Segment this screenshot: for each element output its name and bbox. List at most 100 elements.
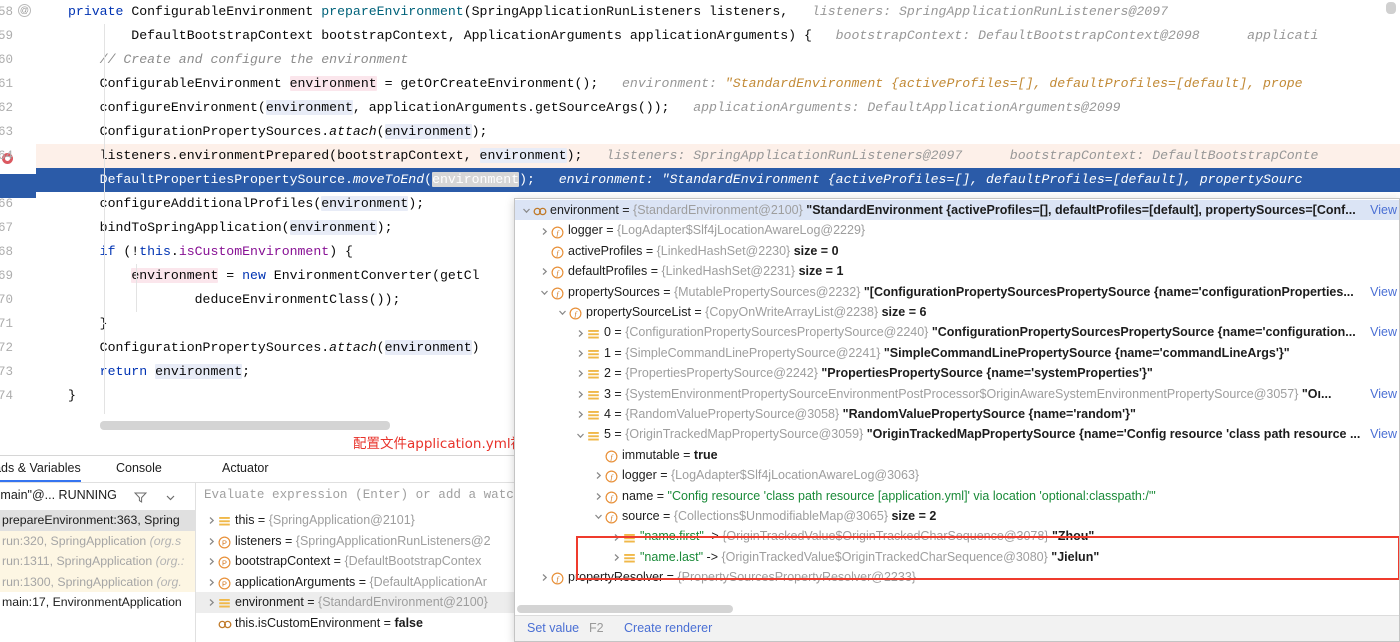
inspector-row[interactable]: 0 = {ConfigurationPropertySourcesPropert… [515,322,1399,342]
view-link[interactable]: View [1370,384,1397,404]
list-icon [218,596,231,609]
inspector-row[interactable]: f defaultProfiles = {LinkedHashSet@2231} … [515,261,1399,281]
inspector-row[interactable]: f logger = {LogAdapter$Slf4jLocationAware… [515,465,1399,485]
chevron-right-icon[interactable] [206,577,217,588]
chevron-right-icon[interactable] [593,491,604,502]
inspector-row[interactable]: 1 = {SimpleCommandLinePropertySource@224… [515,343,1399,363]
inspector-row[interactable]: "name.last" -> {OriginTrackedValue$Origi… [515,547,1399,567]
scrollbar-thumb[interactable] [517,605,733,613]
chevron-down-icon[interactable] [165,492,176,503]
field-icon: f [605,490,618,504]
inspector-row[interactable]: 2 = {PropertiesPropertySource@2242} "Pro… [515,363,1399,383]
stack-frame-row[interactable]: run:1311, SpringApplication (org.: [0,551,195,572]
code-line[interactable]: private ConfigurableEnvironment prepareE… [36,0,1400,24]
code-line[interactable]: DefaultPropertiesPropertySource.moveToEn… [36,168,1400,192]
chevron-right-icon[interactable] [575,348,586,359]
node-to-string: "SimpleCommandLinePropertySource {name='… [883,345,1290,360]
chevron-right-icon[interactable] [593,470,604,481]
chevron-right-icon[interactable] [611,552,622,563]
inspector-row[interactable]: f propertySourceList = {CopyOnWriteArrayL… [515,302,1399,322]
tab-hreads-variables[interactable]: hreads & Variables [0,456,81,482]
node-name: name [622,488,654,503]
node-reference: {LinkedHashSet@2230} [656,243,794,258]
stack-frame-row[interactable]: main:17, EnvironmentApplication [0,592,195,613]
threads-toolbar[interactable]: "main"@... RUNNING [0,483,195,510]
stack-frame-row[interactable]: run:1300, SpringApplication (org. [0,571,195,592]
inspector-row[interactable]: f source = {Collections$UnmodifiableMap@3… [515,506,1399,526]
code-line[interactable]: // Create and configure the environment [36,48,1400,72]
value-inspector-popup[interactable]: environment = {StandardEnvironment@2100}… [514,198,1400,642]
create-renderer-link[interactable]: Create renderer [624,621,712,635]
code-line[interactable]: DefaultBootstrapContext bootstrapContext… [36,24,1400,48]
funnel-icon[interactable] [134,492,147,503]
view-link[interactable]: View [1370,322,1397,342]
scrollbar-thumb[interactable] [100,421,390,430]
chevron-down-icon[interactable] [593,511,604,522]
view-link[interactable]: View [1370,200,1397,220]
chevron-right-icon[interactable] [206,556,217,567]
chevron-right-icon[interactable] [575,389,586,400]
chevron-down-icon[interactable] [557,307,568,318]
code-line[interactable]: listeners.environmentPrepared(bootstrapC… [36,144,1400,168]
inspector-row[interactable]: "name.first" -> {OriginTrackedValue$Orig… [515,526,1399,546]
inspector-row[interactable]: 4 = {RandomValuePropertySource@3058} "Ra… [515,404,1399,424]
editor-vertical-scrollbar-thumb[interactable] [1386,2,1396,14]
chevron-right-icon[interactable] [206,536,217,547]
code-line[interactable]: ConfigurationPropertySources.attach(envi… [36,120,1400,144]
inspector-row[interactable]: environment = {StandardEnvironment@2100}… [515,200,1399,221]
inspector-row[interactable]: 5 = {OriginTrackedMapPropertySource@3059… [515,424,1399,444]
editor-gutter[interactable]: @ 35835936036136236336436536636736836937… [0,0,36,430]
inspector-row[interactable]: f activeProfiles = {LinkedHashSet@2230} s… [515,241,1399,261]
line-number: 362 [0,101,13,115]
inspector-row[interactable]: f immutable = true [515,445,1399,465]
inspector-row[interactable]: 3 = {SystemEnvironmentPropertySourceEnvi… [515,384,1399,404]
chevron-down-icon[interactable] [521,205,532,216]
svg-text:f: f [556,248,559,257]
stack-frame-row[interactable]: run:320, SpringApplication (org.s [0,530,195,551]
view-link[interactable]: View [1370,424,1397,444]
popup-horizontal-scrollbar[interactable] [517,605,1399,613]
node-reference: {SystemEnvironmentPropertySourceEnvironm… [625,386,1302,401]
field-icon: f [551,571,564,585]
chevron-right-icon[interactable] [539,226,550,237]
chevron-down-icon[interactable] [575,430,586,441]
inspector-row[interactable]: f logger = {LogAdapter$Slf4jLocationAware… [515,220,1399,240]
indent-guide [104,24,105,414]
set-value-link[interactable]: Set value [527,621,579,635]
chevron-right-icon[interactable] [539,572,550,583]
inspector-row[interactable]: f propertySources = {MutablePropertySourc… [515,282,1399,302]
code-line[interactable]: configureEnvironment(environment, applic… [36,96,1400,120]
inspector-row[interactable]: f name = "Config resource 'class path res… [515,486,1399,506]
frame-label: run:1311, SpringApplication [2,554,156,568]
frame-label: main:17, EnvironmentApplication [2,595,182,609]
chevron-right-icon[interactable] [539,266,550,277]
node-name: 4 [604,407,611,421]
tab-console[interactable]: Console [116,456,162,482]
node-reference: {ConfigurationPropertySourcesPropertySou… [625,325,932,340]
thread-selector[interactable]: "main"@... RUNNING [0,488,117,502]
tab-actuator[interactable]: Actuator [202,456,269,482]
frame-package: (org.s [149,533,182,548]
view-link[interactable]: View [1370,282,1397,302]
variable-reference: {DefaultBootstrapContex [344,554,482,568]
evaluate-input-placeholder[interactable]: Evaluate expression (Enter) or add a wat… [204,488,514,502]
code-line[interactable]: ConfigurableEnvironment environment = ge… [36,72,1400,96]
chevron-right-icon[interactable] [575,328,586,339]
chevron-right-icon[interactable] [575,368,586,379]
stack-frame-row[interactable]: prepareEnvironment:363, Spring [0,510,195,531]
chevron-right-icon[interactable] [611,532,622,543]
chevron-right-icon[interactable] [206,597,217,608]
chevron-down-icon[interactable] [539,287,550,298]
svg-text:f: f [556,575,559,584]
inspector-row[interactable]: f propertyResolver = {PropertySourcesProp… [515,567,1399,587]
svg-text:f: f [574,310,577,319]
frame-label: run:320, SpringApplication [2,533,150,548]
node-reference: {LogAdapter$Slf4jLocationAwareLog@2229} [617,223,866,238]
frames-list[interactable]: prepareEnvironment:363, Spring run:320, S… [0,510,195,642]
chevron-right-icon[interactable] [206,515,217,526]
chevron-right-icon[interactable] [575,409,586,420]
node-to-string: "RandomValuePropertySource {name='random… [842,407,1136,421]
line-number: 368 [0,245,13,259]
frame-label: run:1300, SpringApplication [2,574,157,589]
node-name: 1 [604,345,611,360]
